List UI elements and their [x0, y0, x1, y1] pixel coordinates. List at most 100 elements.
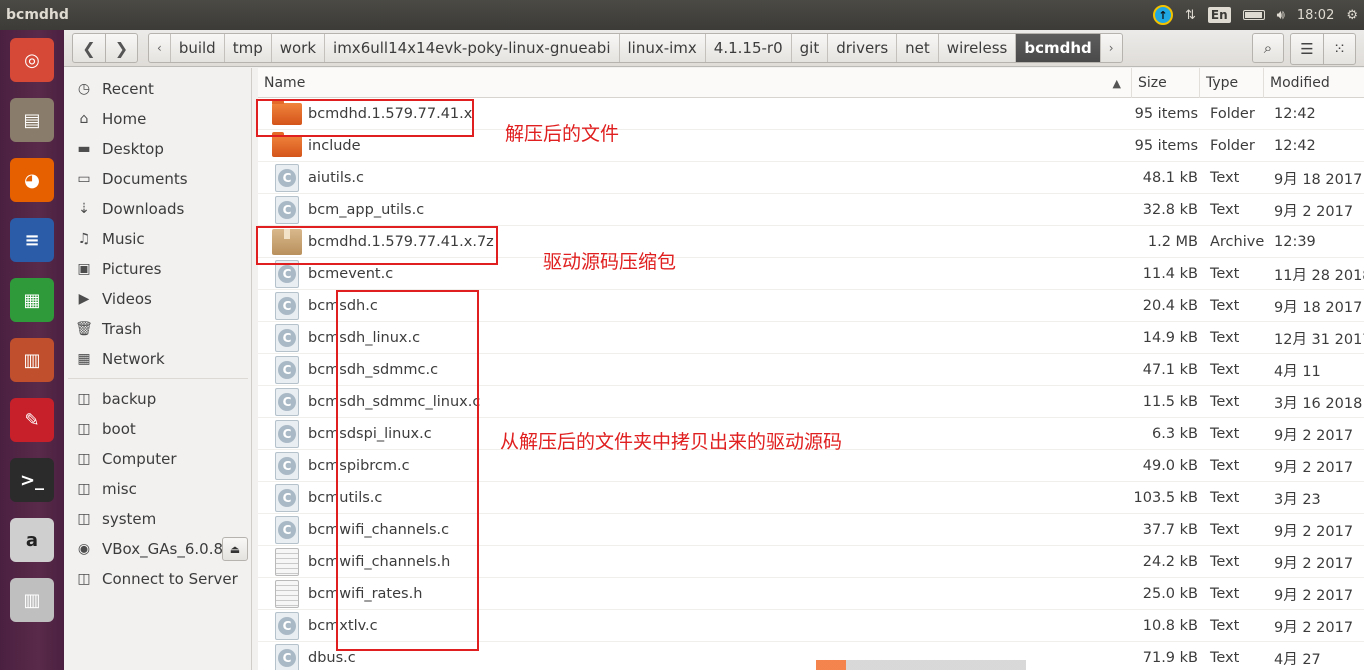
battery-icon[interactable] [1242, 10, 1265, 20]
breadcrumb-drivers[interactable]: drivers [828, 34, 898, 62]
file-size: 95 items [1134, 106, 1198, 122]
sidebar-item-label: Music [102, 230, 145, 248]
sidebar-item-misc[interactable]: ◫ misc [64, 474, 252, 504]
home-icon: ⌂ [79, 111, 89, 127]
file-type: Text [1210, 586, 1240, 602]
gear-icon[interactable]: ⚙ [1346, 8, 1358, 23]
sidebar-item-label: boot [102, 420, 136, 438]
sidebar-item-connect-to-server[interactable]: ◫ Connect to Server [64, 564, 252, 594]
sidebar-item-vbox-gas-6-0-8[interactable]: ◉ VBox_GAs_6.0.8 ⏏ [64, 534, 252, 564]
c-source-file-icon: C [275, 516, 299, 544]
sidebar-item-backup[interactable]: ◫ backup [64, 384, 252, 414]
sidebar-item-label: Home [102, 110, 147, 128]
eject-button[interactable]: ⏏ [222, 537, 248, 561]
sidebar-item-label: Downloads [102, 200, 185, 218]
sidebar-item-trash[interactable]: 🗑 Trash [64, 314, 252, 344]
sidebar-item-computer[interactable]: ◫ Computer [64, 444, 252, 474]
sidebar-item-music[interactable]: ♫ Music [64, 224, 252, 254]
sidebar-item-label: misc [102, 480, 137, 498]
indicator-area: ↑ ⇅ En 🔊︎ 18:02 ⚙ [1153, 0, 1358, 30]
c-source-file-icon: C [275, 388, 299, 416]
breadcrumb-scroll-left[interactable]: ‹ [149, 34, 171, 62]
file-modified: 12:42 [1274, 138, 1316, 154]
drive-icon: ◫ [77, 391, 91, 407]
launcher-app-red[interactable]: ✎ [6, 394, 58, 446]
sidebar-item-pictures[interactable]: ▣ Pictures [64, 254, 252, 284]
sidebar-item-system[interactable]: ◫ system [64, 504, 252, 534]
keyboard-layout-indicator[interactable]: En [1207, 7, 1231, 23]
launcher-firefox[interactable]: ◕ [6, 154, 58, 206]
annotation-copied: 从解压后的文件夹中拷贝出来的驱动源码 [500, 431, 843, 453]
network-transfer-icon[interactable]: ⇅ [1185, 8, 1196, 23]
breadcrumb-linux-imx[interactable]: linux-imx [620, 34, 706, 62]
breadcrumb-work[interactable]: work [272, 34, 326, 62]
breadcrumb-tmp[interactable]: tmp [225, 34, 272, 62]
sidebar-item-label: Recent [102, 80, 154, 98]
column-name[interactable]: Name ▲ [258, 68, 1132, 98]
sidebar-item-documents[interactable]: ▭ Documents [64, 164, 252, 194]
sidebar-item-network[interactable]: ▦ Network [64, 344, 252, 374]
sidebar-item-label: VBox_GAs_6.0.8 [102, 540, 224, 558]
launcher-impress[interactable]: ▥ [6, 334, 58, 386]
column-size[interactable]: Size [1132, 68, 1200, 98]
ubuntu-dash-icon: ◎ [10, 38, 54, 82]
file-type: Text [1210, 170, 1240, 186]
c-source-file-icon: C [275, 164, 299, 192]
c-source-file-icon: C [275, 420, 299, 448]
breadcrumb-imx6ull14x14evk-poky-linux-gnueabi[interactable]: imx6ull14x14evk-poky-linux-gnueabi [325, 34, 620, 62]
breadcrumb-bcmdhd[interactable]: bcmdhd [1016, 34, 1101, 62]
sidebar-item-boot[interactable]: ◫ boot [64, 414, 252, 444]
grid-view-button[interactable]: ⁙ [1323, 34, 1355, 64]
breadcrumb-git[interactable]: git [792, 34, 829, 62]
file-modified: 9月 2 2017 [1274, 619, 1354, 636]
file-modified: 12:39 [1274, 234, 1316, 250]
forward-button[interactable]: ❯ [105, 34, 137, 62]
launcher-amazon[interactable]: a [6, 514, 58, 566]
sidebar-item-desktop[interactable]: ▬ Desktop [64, 134, 252, 164]
file-modified: 11月 28 2018 [1274, 267, 1364, 284]
column-modified[interactable]: Modified [1264, 68, 1364, 98]
file-size: 24.2 kB [1142, 554, 1198, 570]
file-size: 14.9 kB [1142, 330, 1198, 346]
sidebar-item-downloads[interactable]: ⇣ Downloads [64, 194, 252, 224]
annotation-extracted: 解压后的文件 [505, 123, 620, 145]
breadcrumb-net[interactable]: net [897, 34, 939, 62]
launcher-terminal[interactable]: >_ [6, 454, 58, 506]
file-modified: 9月 2 2017 [1274, 555, 1354, 572]
volume-icon[interactable]: 🔊︎ [1277, 8, 1285, 23]
sidebar-item-label: Desktop [102, 140, 164, 158]
breadcrumb-4-1-15-r0[interactable]: 4.1.15-r0 [706, 34, 792, 62]
clock[interactable]: 18:02 [1297, 8, 1334, 23]
file-name: bcm_app_utils.c [308, 202, 425, 218]
sidebar-item-label: Documents [102, 170, 188, 188]
file-icon-cell: C [270, 324, 304, 352]
breadcrumb-wireless[interactable]: wireless [939, 34, 1017, 62]
file-row[interactable]: Caiutils.c 48.1 kB Text 9月 18 2017 [258, 162, 1364, 194]
sidebar-item-recent[interactable]: ◷ Recent [64, 74, 252, 104]
launcher-trash-stack[interactable]: ▥ [6, 574, 58, 626]
launcher-ubuntu-dash[interactable]: ◎ [6, 34, 58, 86]
launcher-calc[interactable]: ▦ [6, 274, 58, 326]
back-button[interactable]: ❮ [73, 34, 105, 62]
list-view-button[interactable]: ☰ [1291, 34, 1323, 64]
file-modified: 12:42 [1274, 106, 1316, 122]
launcher-files[interactable]: ▤ [6, 94, 58, 146]
file-row[interactable]: Cbcm_app_utils.c 32.8 kB Text 9月 2 2017 [258, 194, 1364, 226]
sort-ascending-icon: ▲ [1112, 76, 1121, 90]
breadcrumb-build[interactable]: build [171, 34, 225, 62]
sidebar-item-videos[interactable]: ▶ Videos [64, 284, 252, 314]
sidebar-item-label: Connect to Server [102, 570, 238, 588]
sidebar-item-label: Pictures [102, 260, 162, 278]
sidebar-item-home[interactable]: ⌂ Home [64, 104, 252, 134]
launcher-writer[interactable]: ≡ [6, 214, 58, 266]
file-modified: 9月 2 2017 [1274, 459, 1354, 476]
column-type[interactable]: Type [1200, 68, 1264, 98]
column-modified-label: Modified [1270, 75, 1330, 91]
file-size: 47.1 kB [1142, 362, 1198, 378]
file-size: 25.0 kB [1142, 586, 1198, 602]
breadcrumb-scroll-right[interactable]: › [1101, 34, 1122, 62]
file-icon-cell: C [270, 292, 304, 320]
c-source-file-icon: C [275, 484, 299, 512]
search-button[interactable]: ⌕ [1252, 33, 1284, 63]
update-icon[interactable]: ↑ [1153, 5, 1174, 25]
